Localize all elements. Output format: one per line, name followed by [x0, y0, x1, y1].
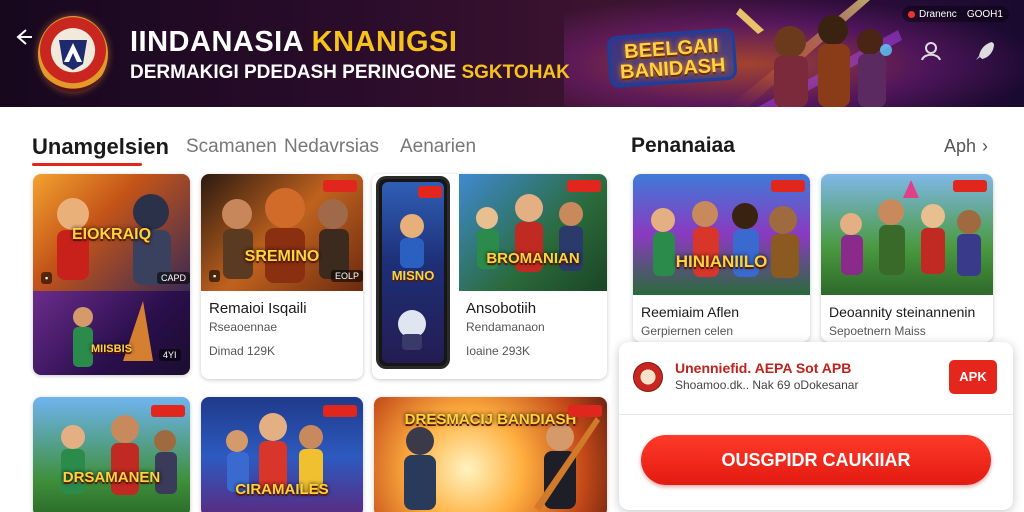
chevron-right-icon: ›	[982, 136, 989, 156]
user-icon[interactable]	[918, 38, 944, 64]
header-banner: IINDANASIA KNANIGSI DERMAKIGI PDEDASH PE…	[0, 0, 1024, 107]
game-card[interactable]: EIOKRAIQ ▪ CAPD MIISBIS 4YI	[33, 174, 190, 375]
hot-badge	[953, 180, 987, 192]
tab-unamgelsien[interactable]: Unamgelsien	[32, 134, 169, 166]
game-thumbnail	[821, 174, 993, 295]
rating-badge: EOLP	[331, 270, 363, 282]
game-art-label: CIRAMAILES	[235, 481, 329, 498]
live-dot-icon	[908, 10, 915, 18]
download-subtitle: Shoamoo.dk.. Nak 69 oDokesanar	[675, 378, 859, 392]
app-title: IINDANASIA KNANIGSI	[130, 26, 458, 58]
game-title: Deoannity steinannenin	[829, 304, 976, 320]
game-title: Reemiaim Aflen	[641, 304, 740, 320]
game-developer: Gerpiernen celen	[641, 324, 734, 338]
game-title: Remaioi Isqaili	[209, 300, 307, 317]
game-art-label: EIOKRAIQ	[71, 226, 152, 243]
app-page: IINDANASIA KNANIGSI DERMAKIGI PDEDASH PE…	[0, 0, 1024, 512]
game-thumbnail: HINIANIILO	[633, 174, 810, 295]
rating-badge: CAPD	[157, 272, 190, 284]
hot-badge	[771, 180, 805, 192]
game-card[interactable]: CIRAMAILES	[201, 397, 363, 512]
tab-aenarien[interactable]: Aenarien	[400, 136, 476, 158]
download-title: Unenniefid. AEPA Sot APB	[675, 360, 852, 376]
rating-badge: 4YI	[159, 349, 181, 361]
game-thumbnail: EIOKRAIQ ▪ CAPD	[33, 174, 190, 291]
game-developer: Rendamanaon	[466, 320, 545, 334]
download-panel: Unenniefid. AEPA Sot APB Shoamoo.dk.. Na…	[619, 342, 1013, 510]
game-art-label: MISNO	[391, 268, 435, 283]
back-arrow-icon[interactable]	[12, 26, 34, 48]
game-card[interactable]: Deoannity steinannenin Sepoetnern Maiss	[821, 174, 993, 342]
hot-badge	[323, 180, 357, 192]
game-art-label: DRSAMANEN	[62, 469, 161, 486]
apk-button[interactable]: APK	[949, 360, 997, 394]
hot-badge	[323, 405, 357, 417]
game-developer: Sepoetnern Maiss	[829, 324, 926, 338]
game-downloads: Ioaine 293K	[466, 344, 531, 358]
shield-emblem-icon	[59, 40, 87, 70]
hot-badge	[568, 405, 602, 417]
game-art-label: HINIANIILO	[675, 252, 768, 271]
status-left-text: Dranenc	[919, 8, 957, 20]
section-title: Penanaiaa	[631, 134, 735, 157]
status-indicator: Dranenc GOOH1	[902, 6, 1009, 22]
see-all-link[interactable]: Aph ›	[944, 136, 988, 157]
game-downloads: Dimad 129K	[209, 344, 276, 358]
app-subtitle: DERMAKIGI PDEDASH PERINGONE SGKTOHAK	[130, 62, 570, 83]
hot-badge	[567, 180, 601, 192]
rocket-icon[interactable]	[972, 38, 998, 64]
game-card[interactable]: HINIANIILO Reemiaim Aflen Gerpiernen cel…	[633, 174, 810, 342]
game-card[interactable]: DRESMACIJ BANDIASH	[374, 397, 607, 512]
game-thumbnail: DRESMACIJ BANDIASH	[374, 397, 607, 512]
category-tabs: Unamgelsien Scamanen Nedavrsias Aenarien	[32, 134, 476, 166]
hot-badge	[418, 186, 442, 198]
game-art-label: BROMANIAN	[486, 250, 580, 267]
game-thumbnail: CIRAMAILES	[201, 397, 363, 512]
game-thumbnail: MIISBIS 4YI	[33, 291, 190, 375]
store-badge: ▪	[209, 270, 221, 282]
game-thumbnail: DRSAMANEN	[33, 397, 190, 512]
brand-logo	[38, 16, 108, 92]
phone-preview: MISNO	[376, 176, 450, 369]
app-icon	[633, 362, 663, 392]
see-all-label: Aph	[944, 136, 977, 156]
game-art-label: SREMINO	[244, 248, 320, 265]
phone-screen: MISNO	[382, 182, 444, 363]
tab-nedavrsias[interactable]: Nedavrsias	[284, 136, 379, 158]
status-right-text: GOOH1	[966, 8, 1003, 20]
divider	[619, 414, 1013, 415]
download-button[interactable]: OUSGPIDR CAUKIIAR	[641, 435, 991, 485]
hero-game-logo: BEELGAII BANIDASH	[606, 27, 738, 89]
tab-scamanen[interactable]: Scamanen	[186, 136, 277, 158]
store-badge: ▪	[41, 272, 53, 284]
game-developer: Rseaoennae	[209, 320, 278, 334]
game-thumbnail: BROMANIAN	[459, 174, 607, 291]
game-card[interactable]: DRSAMANEN	[33, 397, 190, 512]
hot-badge	[151, 405, 185, 417]
game-thumbnail: SREMINO ▪ EOLP	[201, 174, 363, 291]
game-title: Ansobotiih	[466, 300, 537, 317]
game-card[interactable]: SREMINO ▪ EOLP Remaioi Isqaili Rseaoenna…	[201, 174, 363, 379]
